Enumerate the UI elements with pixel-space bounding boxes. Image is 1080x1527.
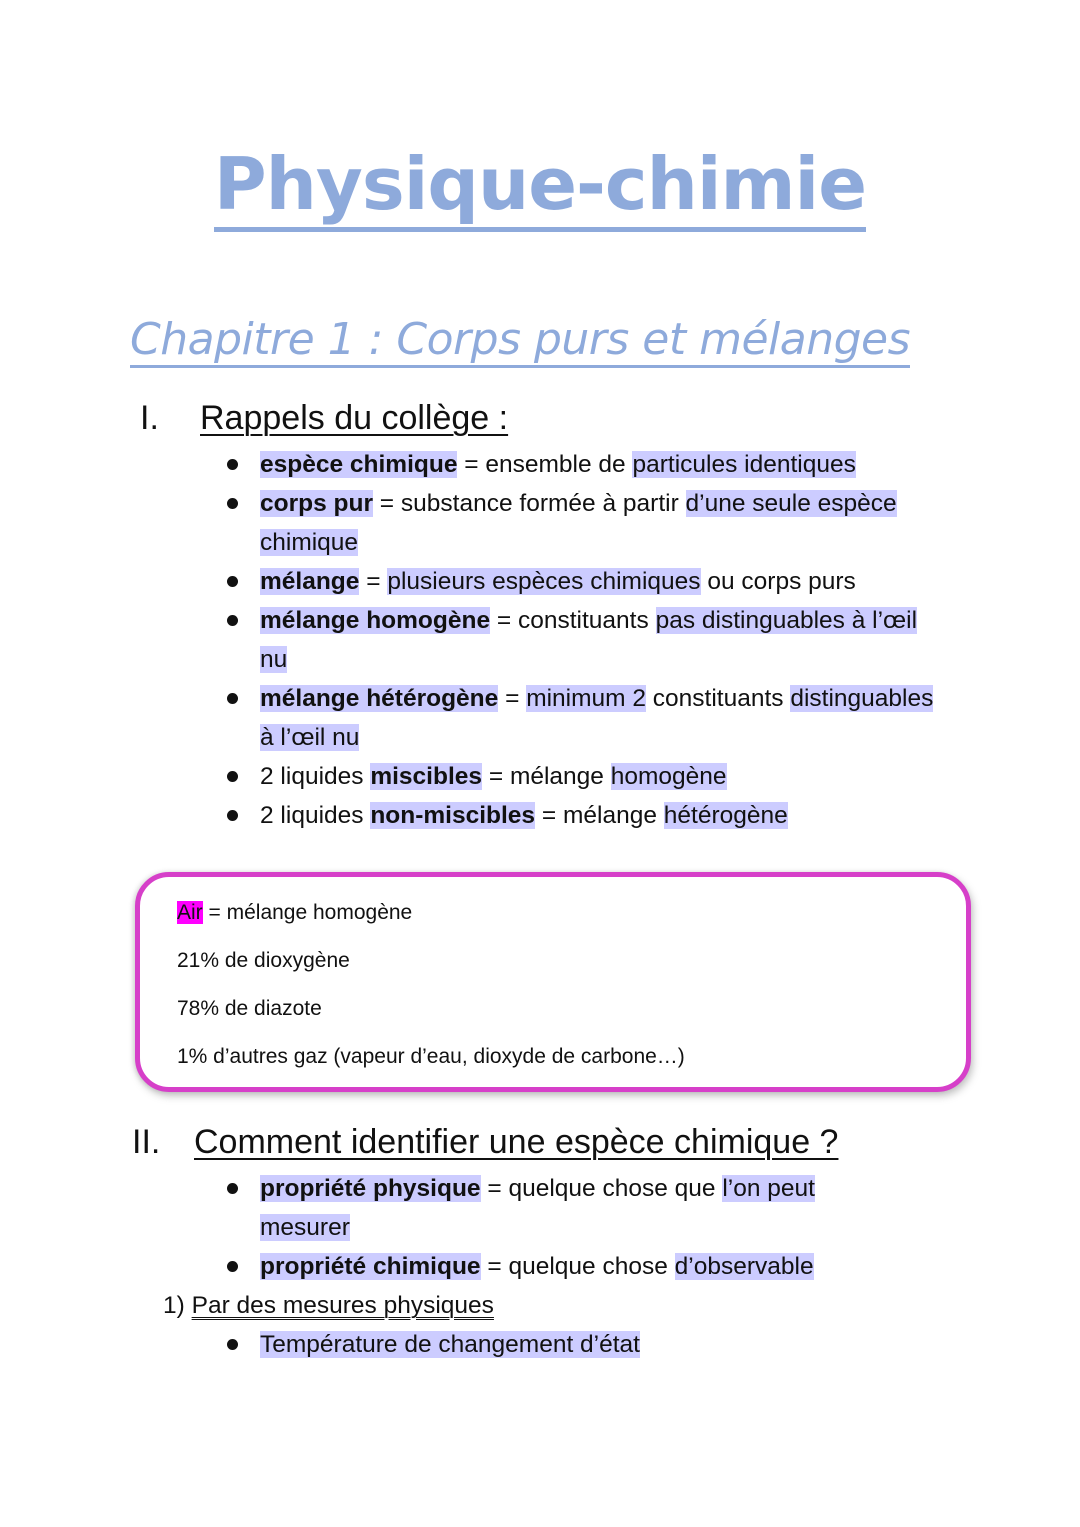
list-item: 2 liquides miscibles = mélange homogène (227, 757, 947, 796)
section-2-title: Comment identifier une espèce chimique ? (194, 1123, 839, 1161)
definition-highlight: plusieurs espèces chimiques (387, 568, 701, 595)
list-item: Température de changement d’état (227, 1325, 867, 1364)
bullet-icon (227, 771, 238, 782)
prefix: 2 liquides (260, 802, 371, 829)
subsection-number: 1) (163, 1292, 185, 1319)
section-1-number: I. (140, 399, 159, 437)
definition: constituants (645, 685, 791, 712)
definition-highlight: particules identiques (632, 451, 856, 478)
bullet-icon (227, 810, 238, 821)
subsection-title: Par des mesures physiques (191, 1292, 494, 1319)
bullet-icon (227, 576, 238, 587)
term: corps pur (260, 490, 373, 517)
air-box-line: 78% de diazote (177, 997, 322, 1020)
section-1-title: Rappels du collège : (200, 399, 509, 437)
air-box-line: Air = mélange homogène (177, 901, 412, 925)
term: propriété physique (260, 1175, 481, 1202)
subsection-list: Température de changement d’état (227, 1325, 867, 1364)
equals: = (480, 1253, 509, 1280)
definition-highlight: hétérogène (663, 802, 788, 829)
term: espèce chimique (260, 451, 458, 478)
bullet-icon (227, 459, 238, 470)
term: mélange hétérogène (260, 685, 499, 712)
definition: ou corps purs (700, 568, 856, 595)
section-2-list: propriété physique = quelque chose que l… (227, 1169, 867, 1286)
definition: ensemble de (485, 451, 633, 478)
definition: substance formée à partir (400, 490, 686, 517)
definition: quelque chose que (508, 1175, 723, 1202)
term: propriété chimique (260, 1253, 481, 1280)
term: mélange homogène (260, 607, 491, 634)
definition-highlight: minimum 2 (526, 685, 646, 712)
air-info-box: Air = mélange homogène 21% de dioxygène … (135, 872, 971, 1092)
equals: = (480, 1175, 509, 1202)
chapter-heading-text: Chapitre 1 : Corps purs et mélanges (130, 315, 911, 368)
document-title: Physique-chimie (0, 138, 1080, 232)
definition: constituants (518, 607, 656, 634)
section-1-list: espèce chimique = ensemble de particules… (227, 445, 947, 835)
air-box-line: 21% de dioxygène (177, 949, 350, 972)
list-item: 2 liquides non-miscibles = mélange hétér… (227, 796, 947, 835)
equals: = (482, 763, 510, 790)
term: mélange (260, 568, 360, 595)
list-item: espèce chimique = ensemble de particules… (227, 445, 947, 484)
list-item-text: Température de changement d’état (260, 1331, 640, 1358)
air-box-line: 1% d’autres gaz (vapeur d’eau, dioxyde d… (177, 1045, 685, 1068)
list-item: mélange hétérogène = minimum 2 constitua… (227, 679, 947, 757)
equals: = (535, 802, 563, 829)
air-definition: = mélange homogène (202, 901, 413, 924)
definition-highlight: d’observable (674, 1253, 814, 1280)
list-item: mélange homogène = constituants pas dist… (227, 601, 947, 679)
bullet-icon (227, 1183, 238, 1194)
equals: = (359, 568, 388, 595)
section-2-heading: II. Comment identifier une espèce chimiq… (132, 1122, 838, 1162)
section-2-number: II. (132, 1123, 161, 1161)
term: non-miscibles (370, 802, 536, 829)
list-item: corps pur = substance formée à partir d’… (227, 484, 947, 562)
air-term-highlight: Air (177, 901, 203, 924)
equals: = (373, 490, 401, 517)
definition-highlight: homogène (610, 763, 727, 790)
bullet-icon (227, 693, 238, 704)
chapter-heading: Chapitre 1 : Corps purs et mélanges (130, 314, 911, 368)
bullet-icon (227, 1339, 238, 1350)
equals: = (498, 685, 527, 712)
list-item: propriété chimique = quelque chose d’obs… (227, 1247, 867, 1286)
list-item: mélange = plusieurs espèces chimiques ou… (227, 562, 947, 601)
section-1-heading: I. Rappels du collège : (140, 398, 508, 438)
subsection-heading: 1) Par des mesures physiques (163, 1290, 494, 1322)
definition: mélange (562, 802, 664, 829)
term: miscibles (370, 763, 483, 790)
document-title-text: Physique-chimie (213, 143, 867, 232)
equals: = (457, 451, 486, 478)
bullet-icon (227, 615, 238, 626)
bullet-icon (227, 498, 238, 509)
equals: = (490, 607, 518, 634)
list-item: propriété physique = quelque chose que l… (227, 1169, 867, 1247)
definition: quelque chose (508, 1253, 675, 1280)
prefix: 2 liquides (260, 763, 371, 790)
bullet-icon (227, 1261, 238, 1272)
definition: mélange (509, 763, 611, 790)
